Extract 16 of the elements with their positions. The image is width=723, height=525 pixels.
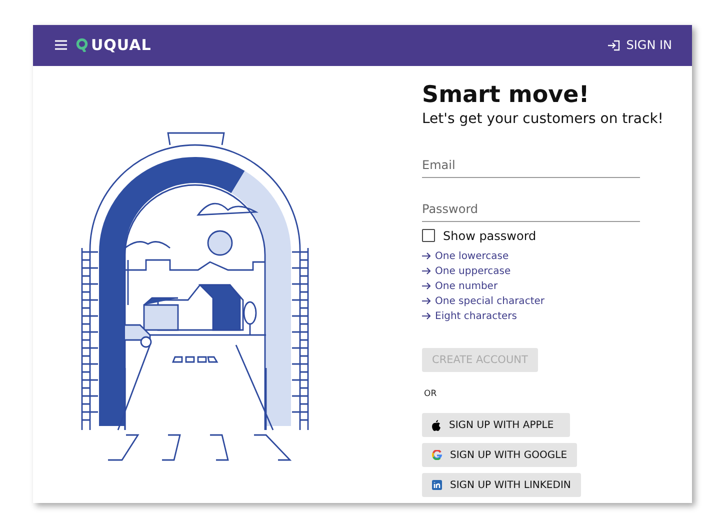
password-field[interactable]: Password [422,198,640,222]
requirement-text: One lowercase [435,250,509,263]
requirement-text: One number [435,280,498,293]
sign-in-button[interactable]: SIGN IN [608,34,672,56]
separator-label: OR [424,389,437,399]
requirement-text: Eight characters [435,310,517,323]
email-field[interactable]: Email [422,154,640,178]
logo-text: UQUAL [91,36,152,54]
page-title: Smart move! [422,80,590,110]
subtitle: Let's get your customers on track! [422,110,664,126]
linkedin-sign-up-button[interactable]: SIGN UP WITH LINKEDIN [422,473,581,497]
requirement-text: One special character [435,294,544,308]
google-sign-up-button[interactable]: SIGN UP WITH GOOGLE [422,443,578,467]
requirement-text: One uppercase [435,264,511,278]
show-password-checkbox[interactable]: Show password [422,228,536,242]
apple-sign-up-button[interactable]: SIGN UP WITH APPLE [422,413,570,437]
